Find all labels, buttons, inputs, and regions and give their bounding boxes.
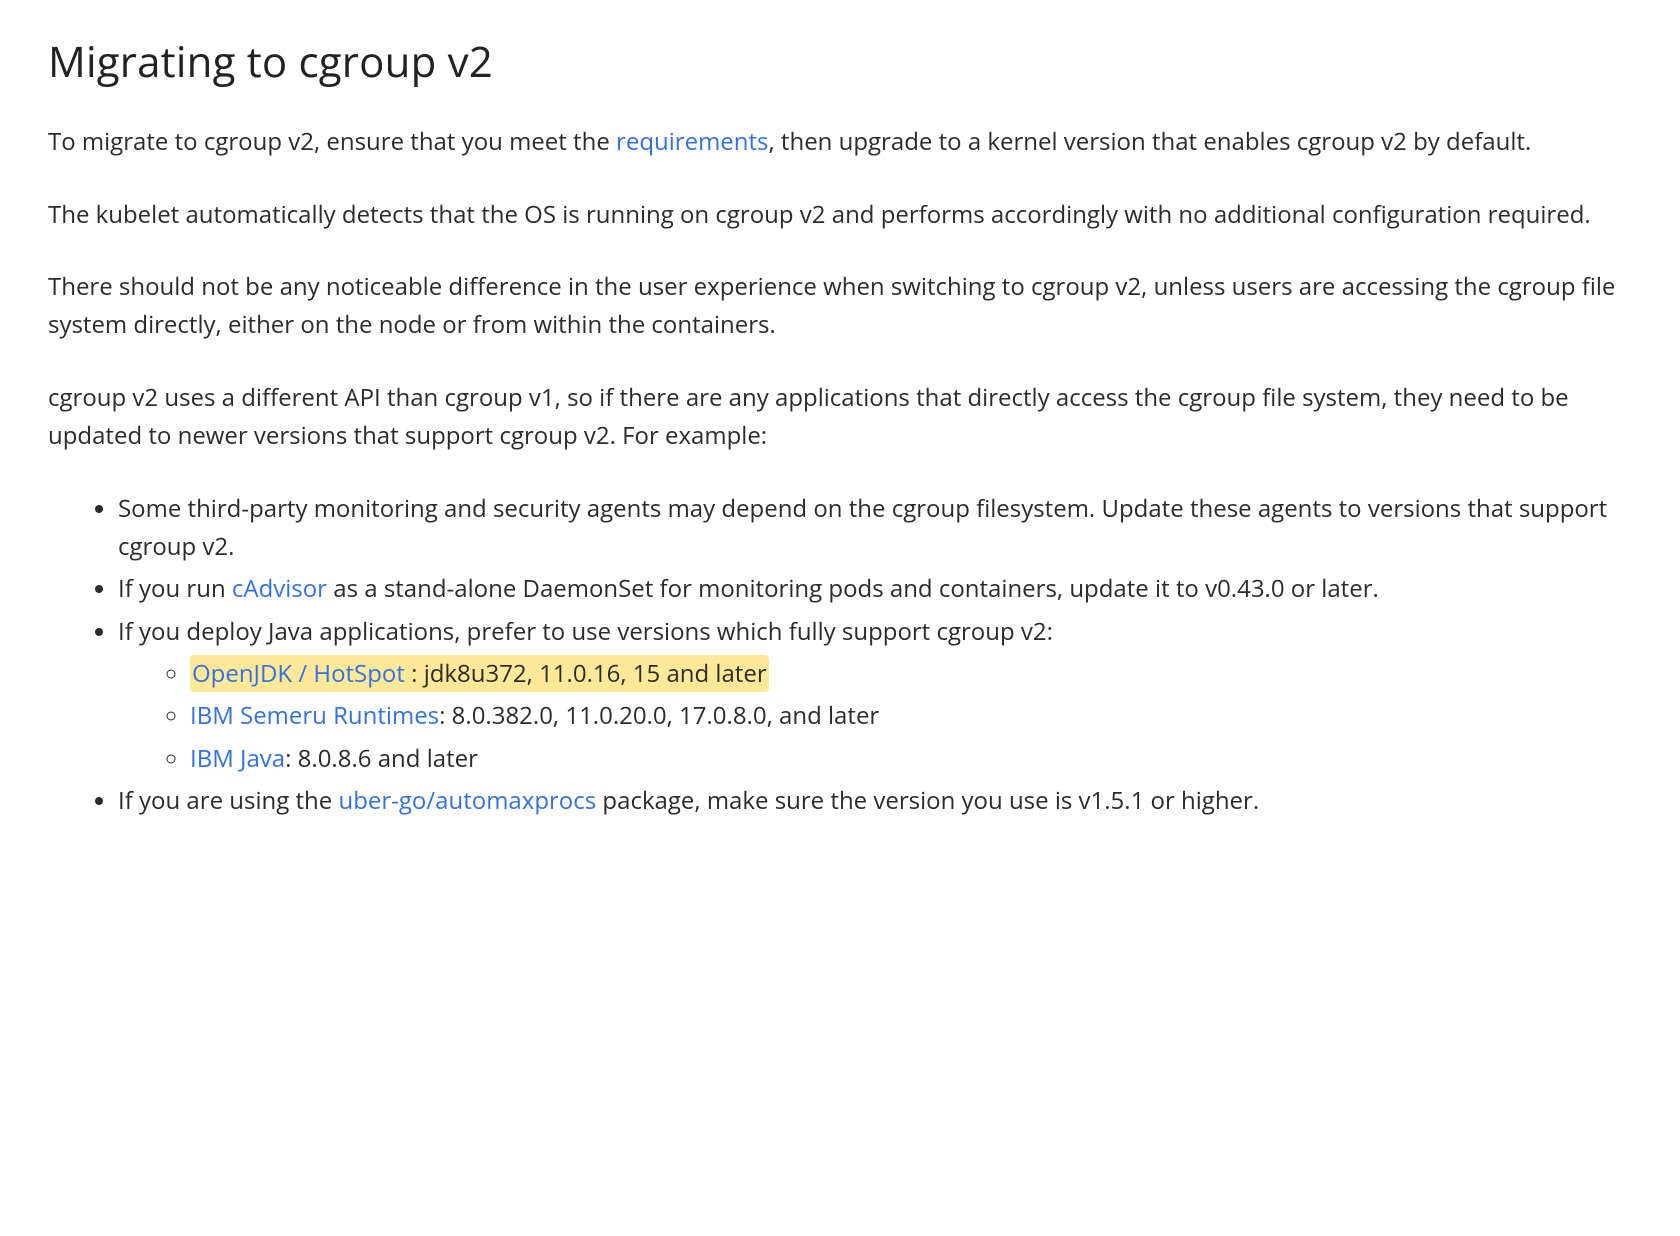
text: To migrate to cgroup v2, ensure that you… xyxy=(48,125,616,158)
text: : xyxy=(405,657,424,690)
list-item: IBM Semeru Runtimes: 8.0.382.0, 11.0.20.… xyxy=(190,697,1630,735)
highlighted-text: OpenJDK / HotSpot : jdk8u372, 11.0.16, 1… xyxy=(190,655,769,692)
text: : 8.0.8.6 and later xyxy=(285,742,478,775)
ibm-semeru-link[interactable]: IBM Semeru Runtimes xyxy=(190,699,439,732)
list-item: IBM Java: 8.0.8.6 and later xyxy=(190,740,1630,778)
cadvisor-link[interactable]: cAdvisor xyxy=(232,572,327,605)
text: package, make sure the version you use i… xyxy=(596,784,1259,817)
list-item: If you are using the uber-go/automaxproc… xyxy=(118,782,1630,820)
text: If you run xyxy=(118,572,232,605)
paragraph-api: cgroup v2 uses a different API than cgro… xyxy=(48,379,1630,456)
text: , then upgrade to a kernel version that … xyxy=(768,125,1531,158)
list-item: If you run cAdvisor as a stand-alone Dae… xyxy=(118,570,1630,608)
automaxprocs-link[interactable]: uber-go/automaxprocs xyxy=(338,784,596,817)
paragraph-intro: To migrate to cgroup v2, ensure that you… xyxy=(48,123,1630,161)
openjdk-link[interactable]: OpenJDK / HotSpot xyxy=(192,657,405,690)
example-list: Some third-party monitoring and security… xyxy=(48,490,1630,821)
paragraph-ux: There should not be any noticeable diffe… xyxy=(48,268,1630,345)
text: If you are using the xyxy=(118,784,338,817)
java-versions-list: OpenJDK / HotSpot : jdk8u372, 11.0.16, 1… xyxy=(118,655,1630,778)
section-heading: Migrating to cgroup v2 xyxy=(48,28,1630,95)
list-item: If you deploy Java applications, prefer … xyxy=(118,613,1630,779)
paragraph-kubelet: The kubelet automatically detects that t… xyxy=(48,196,1630,234)
list-item: Some third-party monitoring and security… xyxy=(118,490,1630,567)
text: jdk8u372, 11.0.16, 15 and later xyxy=(424,657,767,690)
requirements-link[interactable]: requirements xyxy=(616,125,768,158)
text: If you deploy Java applications, prefer … xyxy=(118,615,1053,648)
list-item: OpenJDK / HotSpot : jdk8u372, 11.0.16, 1… xyxy=(190,655,1630,693)
text: as a stand-alone DaemonSet for monitorin… xyxy=(327,572,1379,605)
text: : 8.0.382.0, 11.0.20.0, 17.0.8.0, and la… xyxy=(439,699,879,732)
ibm-java-link[interactable]: IBM Java xyxy=(190,742,285,775)
